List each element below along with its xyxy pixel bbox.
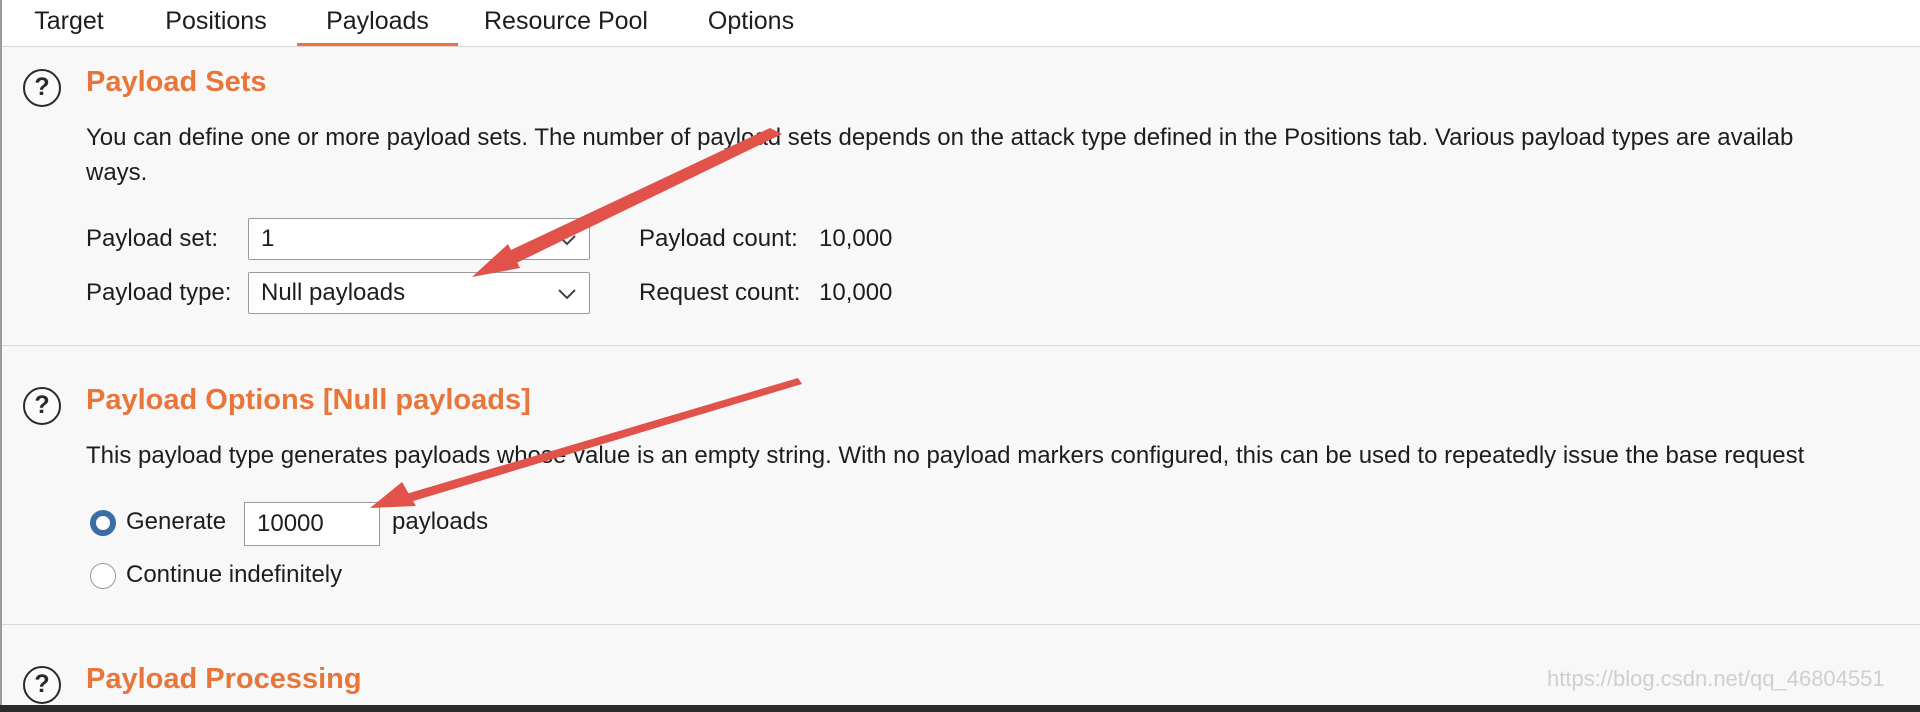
payload-sets-help-icon[interactable]: ? — [23, 69, 61, 107]
tab-target[interactable]: Target — [30, 0, 108, 46]
payload-count-label: Payload count: — [639, 225, 798, 252]
payload-type-select[interactable]: Null payloads — [248, 272, 590, 314]
request-count-label: Request count: — [639, 279, 801, 306]
continue-indefinitely-radio[interactable] — [90, 563, 116, 589]
payload-type-value: Null payloads — [261, 279, 406, 306]
chevron-down-icon — [558, 235, 576, 246]
tab-resource-pool[interactable]: Resource Pool — [482, 0, 650, 46]
payload-sets-description-line2: ways. — [86, 159, 148, 186]
payload-sets-description-line1: You can define one or more payload sets.… — [86, 124, 1794, 151]
generate-suffix-label: payloads — [392, 508, 489, 535]
tab-positions[interactable]: Positions — [162, 0, 270, 46]
payload-processing-title: Payload Processing — [86, 663, 362, 695]
generate-radio[interactable] — [90, 510, 116, 536]
watermark-text: https://blog.csdn.net/qq_46804551 — [1547, 666, 1885, 691]
payload-options-title: Payload Options [Null payloads] — [86, 384, 531, 416]
payload-options-description: This payload type generates payloads who… — [86, 442, 1805, 469]
payload-processing-help-icon[interactable]: ? — [23, 666, 61, 704]
generate-count-input[interactable]: 10000 — [244, 502, 380, 546]
tab-options[interactable]: Options — [704, 0, 798, 46]
section-divider — [2, 624, 1920, 625]
request-count-value: 10,000 — [819, 279, 893, 306]
payload-options-help-icon[interactable]: ? — [23, 387, 61, 425]
intruder-payloads-panel: Target Positions Payloads Resource Pool … — [0, 0, 1920, 705]
annotation-arrows — [370, 128, 802, 508]
payload-count-value: 10,000 — [819, 225, 893, 252]
payload-sets-title: Payload Sets — [86, 66, 267, 98]
generate-label: Generate — [126, 508, 227, 535]
section-divider — [2, 345, 1920, 346]
continue-indefinitely-label: Continue indefinitely — [126, 561, 343, 588]
payload-set-select[interactable]: 1 — [248, 218, 590, 260]
payload-type-label: Payload type: — [86, 279, 232, 306]
payload-set-value: 1 — [261, 225, 275, 252]
chevron-down-icon — [558, 289, 576, 300]
payload-set-label: Payload set: — [86, 225, 219, 252]
tab-bar: Target Positions Payloads Resource Pool … — [2, 0, 1920, 47]
tab-payloads[interactable]: Payloads — [297, 0, 458, 46]
